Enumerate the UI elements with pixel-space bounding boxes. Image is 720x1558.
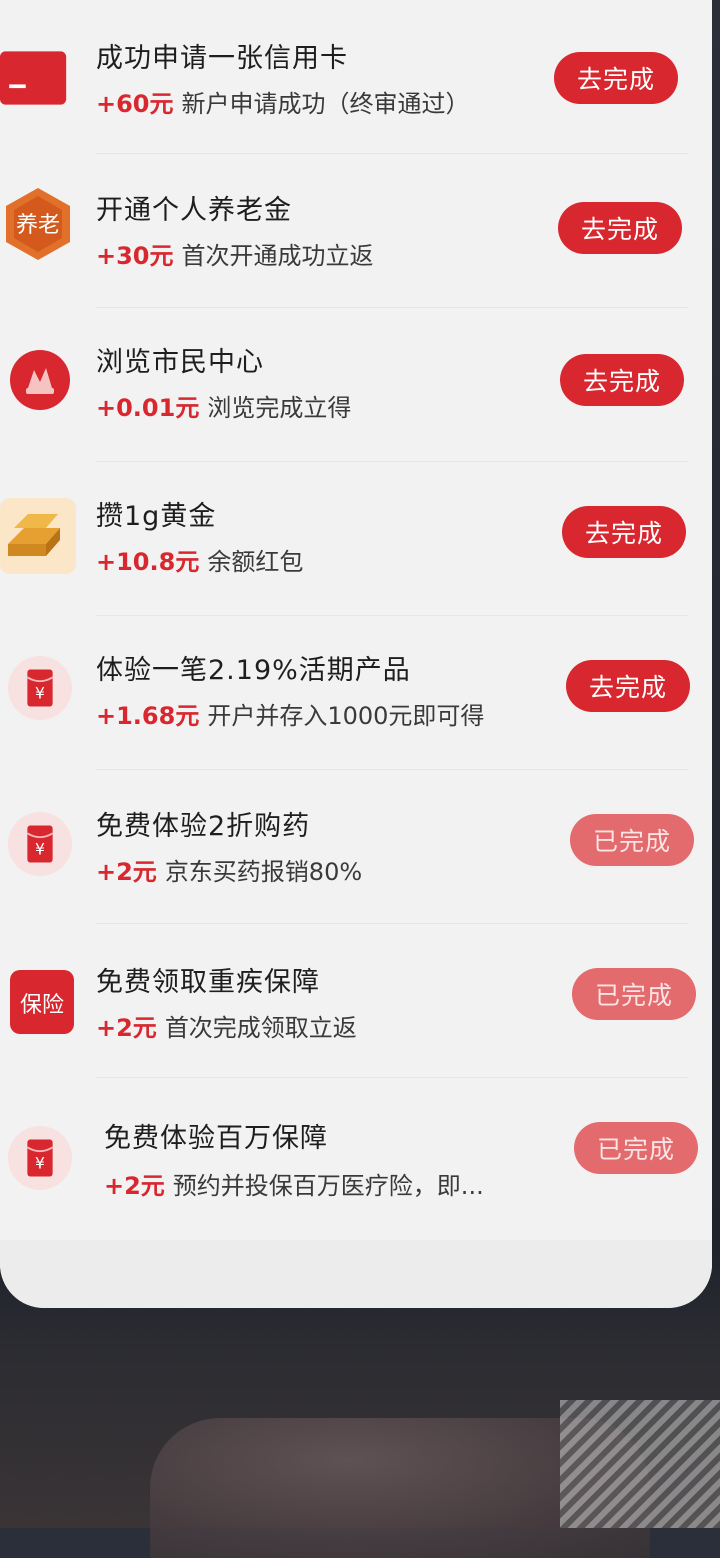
task-row-critical-illness[interactable]: 保险 免费领取重疾保障 +2元 首次完成领取立返 已完成 bbox=[0, 924, 712, 1078]
task-desc-line: +2元 京东买药报销80% bbox=[96, 852, 362, 887]
task-title: 攒1g黄金 bbox=[96, 501, 217, 532]
task-row-medicine[interactable]: ¥ 免费体验2折购药 +2元 京东买药报销80% 已完成 bbox=[0, 770, 712, 924]
task-desc: 浏览完成立得 bbox=[207, 394, 352, 422]
task-desc: 新户申请成功（终审通过） bbox=[181, 90, 470, 118]
task-desc: 首次开通成功立返 bbox=[181, 242, 374, 270]
reward-amount: +30元 bbox=[96, 242, 174, 270]
task-desc: 预约并投保百万医疗险，即... bbox=[172, 1172, 484, 1200]
task-title: 体验一笔2.19%活期产品 bbox=[96, 655, 411, 686]
task-title: 免费体验2折购药 bbox=[96, 811, 311, 842]
task-desc-line: +10.8元 余额红包 bbox=[96, 542, 303, 577]
task-row-citizen-center[interactable]: 浏览市民中心 +0.01元 浏览完成立得 去完成 bbox=[0, 308, 712, 462]
svg-text:养老: 养老 bbox=[16, 213, 60, 238]
red-envelope-icon: ¥ bbox=[6, 810, 74, 878]
red-envelope-icon: ¥ bbox=[6, 654, 74, 722]
reward-amount: +1.68元 bbox=[96, 702, 200, 730]
go-complete-button[interactable]: 去完成 bbox=[558, 202, 682, 254]
task-desc: 首次完成领取立返 bbox=[164, 1014, 357, 1042]
reward-amount: +2元 bbox=[104, 1172, 165, 1200]
task-title: 免费领取重疾保障 bbox=[96, 967, 320, 998]
svg-text:保险: 保险 bbox=[20, 993, 64, 1018]
reward-amount: +2元 bbox=[96, 858, 157, 886]
citizen-center-icon bbox=[6, 346, 74, 414]
go-complete-button[interactable]: 去完成 bbox=[566, 660, 690, 712]
reward-amount: +2元 bbox=[96, 1014, 157, 1042]
task-desc-line: +1.68元 开户并存入1000元即可得 bbox=[96, 696, 484, 731]
task-title: 免费体验百万保障 bbox=[104, 1123, 328, 1154]
task-desc: 余额红包 bbox=[207, 548, 304, 576]
task-row-pension[interactable]: 养老 开通个人养老金 +30元 首次开通成功立返 去完成 bbox=[0, 154, 712, 308]
task-desc-line: +0.01元 浏览完成立得 bbox=[96, 388, 351, 423]
go-complete-button[interactable]: 去完成 bbox=[560, 354, 684, 406]
completed-button[interactable]: 已完成 bbox=[570, 814, 694, 866]
completed-button[interactable]: 已完成 bbox=[572, 968, 696, 1020]
task-row-gold[interactable]: 攒1g黄金 +10.8元 余额红包 去完成 bbox=[0, 462, 712, 616]
credit-card-icon bbox=[0, 44, 68, 112]
task-title: 成功申请一张信用卡 bbox=[96, 43, 348, 74]
task-desc-line: +2元 预约并投保百万医疗险，即... bbox=[104, 1166, 484, 1201]
list-footer bbox=[0, 1240, 712, 1308]
reward-amount: +60元 bbox=[96, 90, 174, 118]
svg-text:¥: ¥ bbox=[35, 685, 45, 703]
svg-text:¥: ¥ bbox=[35, 841, 45, 859]
completed-button[interactable]: 已完成 bbox=[574, 1122, 698, 1174]
insurance-icon: 保险 bbox=[8, 968, 76, 1036]
task-row-million-coverage[interactable]: ¥ 免费体验百万保障 +2元 预约并投保百万医疗险，即... 已完成 bbox=[0, 1078, 712, 1232]
background-fabric bbox=[560, 1400, 720, 1528]
task-title: 开通个人养老金 bbox=[96, 195, 292, 226]
go-complete-button[interactable]: 去完成 bbox=[554, 52, 678, 104]
task-desc: 开户并存入1000元即可得 bbox=[207, 702, 485, 730]
task-row-credit-card[interactable]: 成功申请一张信用卡 +60元 新户申请成功（终审通过） 去完成 bbox=[0, 0, 712, 154]
red-envelope-icon: ¥ bbox=[6, 1124, 74, 1192]
svg-text:¥: ¥ bbox=[35, 1155, 45, 1173]
task-desc-line: +60元 新户申请成功（终审通过） bbox=[96, 84, 470, 119]
task-row-demand-product[interactable]: ¥ 体验一笔2.19%活期产品 +1.68元 开户并存入1000元即可得 去完成 bbox=[0, 616, 712, 770]
reward-amount: +10.8元 bbox=[96, 548, 200, 576]
pension-icon: 养老 bbox=[4, 188, 72, 260]
task-desc-line: +2元 首次完成领取立返 bbox=[96, 1008, 357, 1043]
reward-amount: +0.01元 bbox=[96, 394, 200, 422]
task-list-screen: 成功申请一张信用卡 +60元 新户申请成功（终审通过） 去完成 养老 开通个人养老… bbox=[0, 0, 712, 1308]
task-title: 浏览市民中心 bbox=[96, 347, 264, 378]
gold-bar-icon bbox=[0, 498, 76, 574]
go-complete-button[interactable]: 去完成 bbox=[562, 506, 686, 558]
task-desc: 京东买药报销80% bbox=[164, 858, 363, 886]
task-desc-line: +30元 首次开通成功立返 bbox=[96, 236, 374, 271]
